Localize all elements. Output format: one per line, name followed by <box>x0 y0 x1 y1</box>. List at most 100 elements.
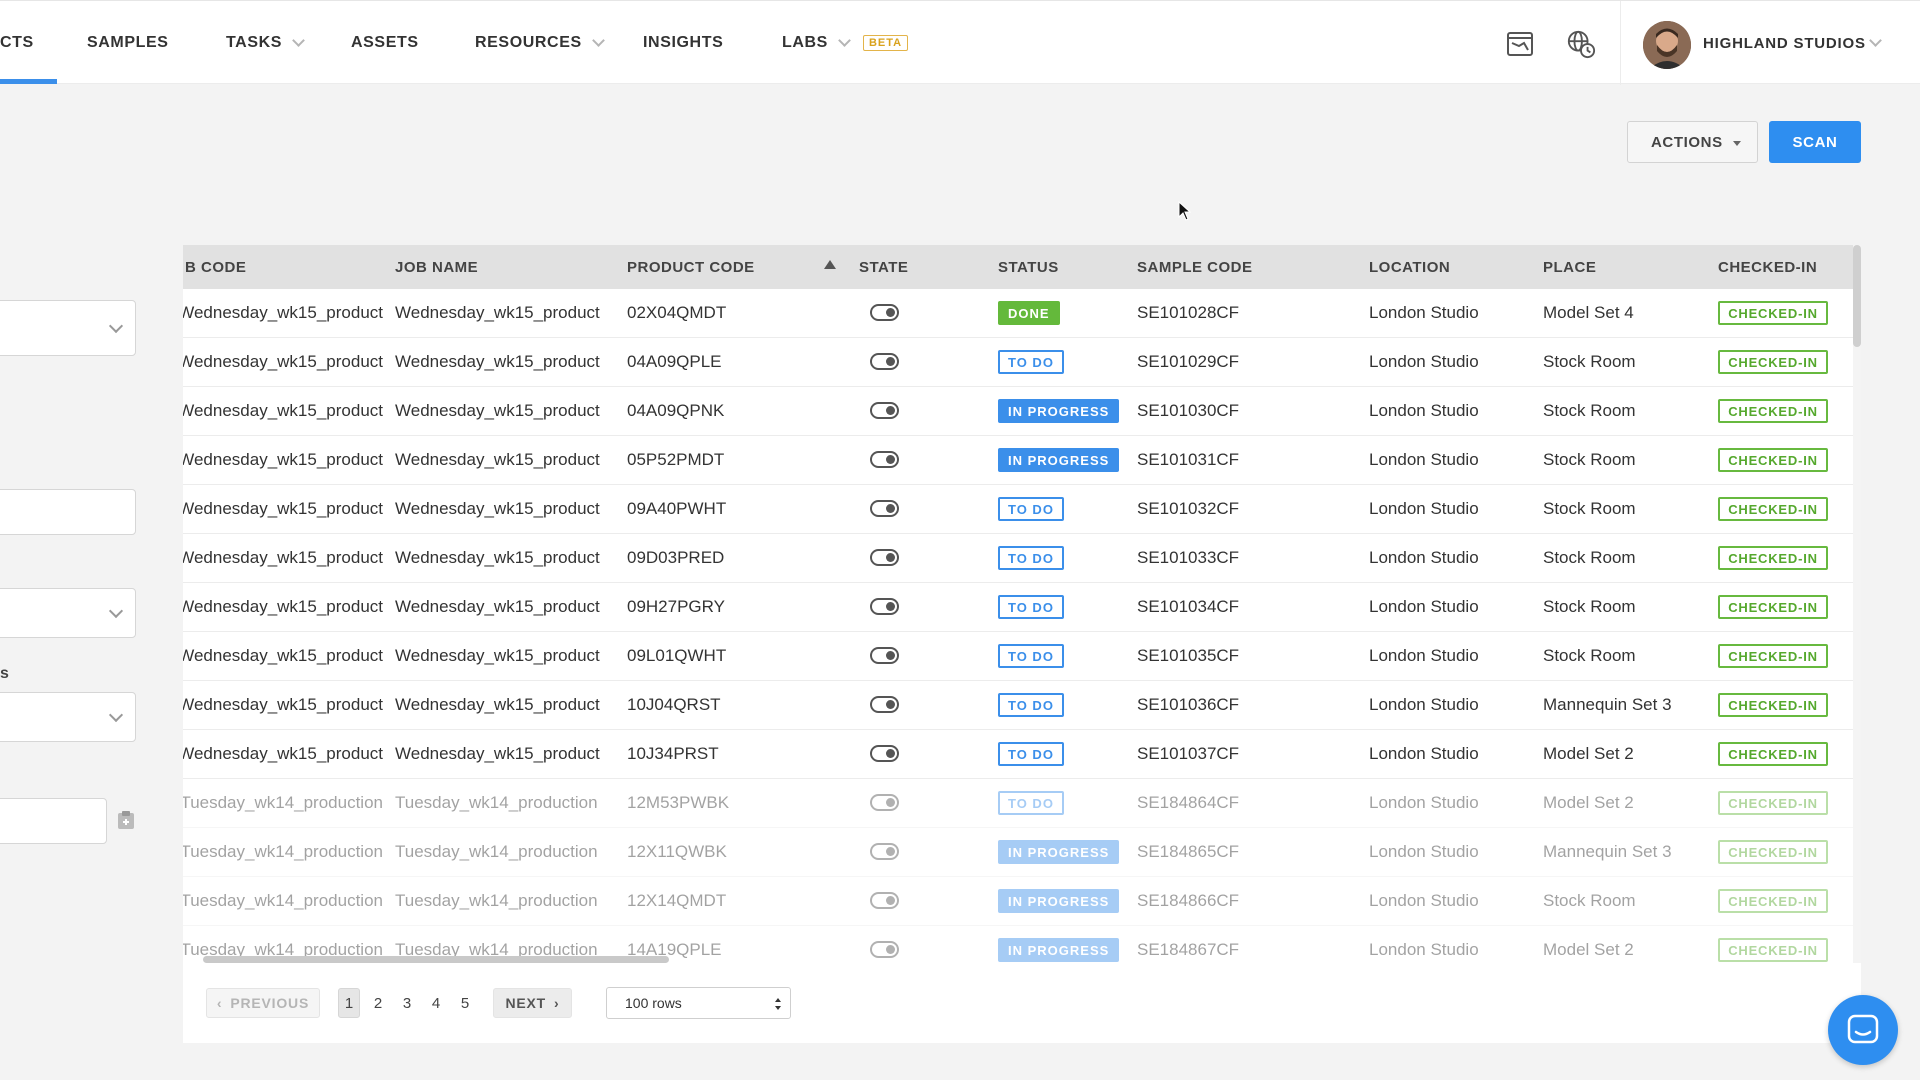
job-name-cell: Tuesday_wk14_production <box>395 891 598 910</box>
column-header-job-name[interactable]: JOB NAME <box>395 245 478 289</box>
state-toggle[interactable] <box>870 941 899 958</box>
vertical-scrollbar[interactable] <box>1853 245 1861 963</box>
account-name[interactable]: HIGHLAND STUDIOS <box>1703 1 1866 85</box>
next-label: NEXT <box>505 995 547 1011</box>
nav-item-samples[interactable]: SAMPLES <box>87 1 169 85</box>
filter-input-2[interactable] <box>0 798 107 844</box>
table-row[interactable]: Wednesday_wk15_product Wednesday_wk15_pro… <box>183 485 1853 534</box>
chevron-right-icon: › <box>554 995 560 1011</box>
column-header-product-code[interactable]: PRODUCT CODE <box>627 245 755 289</box>
checked-in-badge: CHECKED-IN <box>1718 399 1828 423</box>
status-badge: TO DO <box>998 497 1064 521</box>
job-name-cell: Wednesday_wk15_product <box>395 401 600 420</box>
clipboard-icon[interactable] <box>117 810 135 830</box>
table-row[interactable]: Wednesday_wk15_product Wednesday_wk15_pro… <box>183 583 1853 632</box>
actions-label: ACTIONS <box>1651 133 1723 151</box>
table-row[interactable]: Tuesday_wk14_production Tuesday_wk14_prod… <box>183 877 1853 926</box>
state-toggle[interactable] <box>870 696 899 713</box>
column-header-location[interactable]: LOCATION <box>1369 245 1450 289</box>
column-header-job-code[interactable]: B CODE <box>185 245 246 289</box>
nav-item-labs[interactable]: LABS BETA <box>782 1 909 85</box>
place-cell: Model Set 4 <box>1543 303 1634 322</box>
job-code-cell: Tuesday_wk14_production <box>183 891 383 910</box>
filter-select-1[interactable] <box>0 300 136 356</box>
filter-input-1[interactable] <box>0 489 136 535</box>
status-badge: DONE <box>998 301 1060 325</box>
place-cell: Mannequin Set 3 <box>1543 842 1672 861</box>
horizontal-scrollbar-thumb[interactable] <box>203 956 669 963</box>
table-row[interactable]: Wednesday_wk15_product Wednesday_wk15_pro… <box>183 730 1853 779</box>
state-toggle[interactable] <box>870 451 899 468</box>
scan-button[interactable]: SCAN <box>1769 121 1861 163</box>
nav-item-products[interactable]: CTS <box>0 1 34 85</box>
globe-clock-icon[interactable] <box>1566 29 1596 59</box>
actions-dropdown-button[interactable]: ACTIONS <box>1627 121 1758 163</box>
table-row[interactable]: Wednesday_wk15_product Wednesday_wk15_pro… <box>183 632 1853 681</box>
nav-item-insights[interactable]: INSIGHTS <box>643 1 723 85</box>
product-code-cell: 09L01QWHT <box>627 646 727 665</box>
nav-item-tasks[interactable]: TASKS <box>226 1 305 85</box>
page-number-1[interactable]: 1 <box>338 988 360 1018</box>
state-toggle[interactable] <box>870 353 899 370</box>
nav-divider <box>1620 1 1621 85</box>
job-code-cell: Wednesday_wk15_product <box>183 744 383 763</box>
table-row[interactable]: Tuesday_wk14_production Tuesday_wk14_prod… <box>183 828 1853 877</box>
sample-code-cell: SE101035CF <box>1137 646 1240 665</box>
state-toggle[interactable] <box>870 598 899 615</box>
filter-select-3[interactable] <box>0 692 136 742</box>
chevron-down-icon <box>108 603 124 619</box>
state-toggle[interactable] <box>870 549 899 566</box>
table-row[interactable]: Wednesday_wk15_product Wednesday_wk15_pro… <box>183 338 1853 387</box>
previous-page-button[interactable]: ‹ PREVIOUS <box>206 988 320 1018</box>
table-row[interactable]: Wednesday_wk15_product Wednesday_wk15_pro… <box>183 681 1853 730</box>
place-cell: Mannequin Set 3 <box>1543 695 1672 714</box>
column-header-place[interactable]: PLACE <box>1543 245 1596 289</box>
state-toggle[interactable] <box>870 647 899 664</box>
status-badge: IN PROGRESS <box>998 840 1120 864</box>
beta-badge: BETA <box>862 35 909 51</box>
state-toggle[interactable] <box>870 402 899 419</box>
rows-per-page-select[interactable]: 100 rows <box>606 987 791 1019</box>
nav-item-resources[interactable]: RESOURCES <box>475 1 605 85</box>
nav-item-label: SAMPLES <box>87 34 169 51</box>
vertical-scrollbar-thumb[interactable] <box>1853 245 1861 347</box>
active-tab-indicator <box>0 79 57 84</box>
column-header-status[interactable]: STATUS <box>998 245 1059 289</box>
page-number-5[interactable]: 5 <box>454 988 476 1018</box>
chevron-down-icon[interactable] <box>1869 34 1882 47</box>
table-row[interactable]: Wednesday_wk15_product Wednesday_wk15_pro… <box>183 387 1853 436</box>
table-row[interactable]: Wednesday_wk15_product Wednesday_wk15_pro… <box>183 436 1853 485</box>
status-badge: TO DO <box>998 693 1064 717</box>
next-page-button[interactable]: NEXT › <box>493 988 572 1018</box>
chevron-down-icon <box>108 707 124 723</box>
location-cell: London Studio <box>1369 450 1479 469</box>
chart-window-icon[interactable] <box>1505 29 1535 59</box>
column-header-sample-code[interactable]: SAMPLE CODE <box>1137 245 1253 289</box>
column-header-checked-in[interactable]: CHECKED-IN <box>1718 245 1817 289</box>
nav-item-assets[interactable]: ASSETS <box>351 1 419 85</box>
table-viewport[interactable]: B CODE JOB NAME PRODUCT CODE STATE STATU… <box>183 245 1861 963</box>
state-toggle[interactable] <box>870 843 899 860</box>
table-row[interactable]: Wednesday_wk15_product Wednesday_wk15_pro… <box>183 289 1853 338</box>
page-number-3[interactable]: 3 <box>396 988 418 1018</box>
column-header-state[interactable]: STATE <box>859 245 908 289</box>
status-badge: IN PROGRESS <box>998 399 1120 423</box>
state-toggle[interactable] <box>870 304 899 321</box>
location-cell: London Studio <box>1369 793 1479 812</box>
state-toggle[interactable] <box>870 892 899 909</box>
table-row[interactable]: Wednesday_wk15_product Wednesday_wk15_pro… <box>183 534 1853 583</box>
product-code-cell: 12X14QMDT <box>627 891 727 910</box>
filter-select-2[interactable] <box>0 588 136 638</box>
chat-launcher-button[interactable] <box>1828 995 1898 1065</box>
page-number-4[interactable]: 4 <box>425 988 447 1018</box>
state-toggle[interactable] <box>870 745 899 762</box>
table-row[interactable]: Tuesday_wk14_production Tuesday_wk14_prod… <box>183 779 1853 828</box>
status-badge: IN PROGRESS <box>998 448 1120 472</box>
state-toggle[interactable] <box>870 500 899 517</box>
page-number-2[interactable]: 2 <box>367 988 389 1018</box>
user-avatar[interactable] <box>1643 21 1691 69</box>
product-code-cell: 05P52PMDT <box>627 450 725 469</box>
select-arrows-icon <box>775 998 781 1010</box>
state-toggle[interactable] <box>870 794 899 811</box>
sort-ascending-icon[interactable] <box>824 260 836 269</box>
